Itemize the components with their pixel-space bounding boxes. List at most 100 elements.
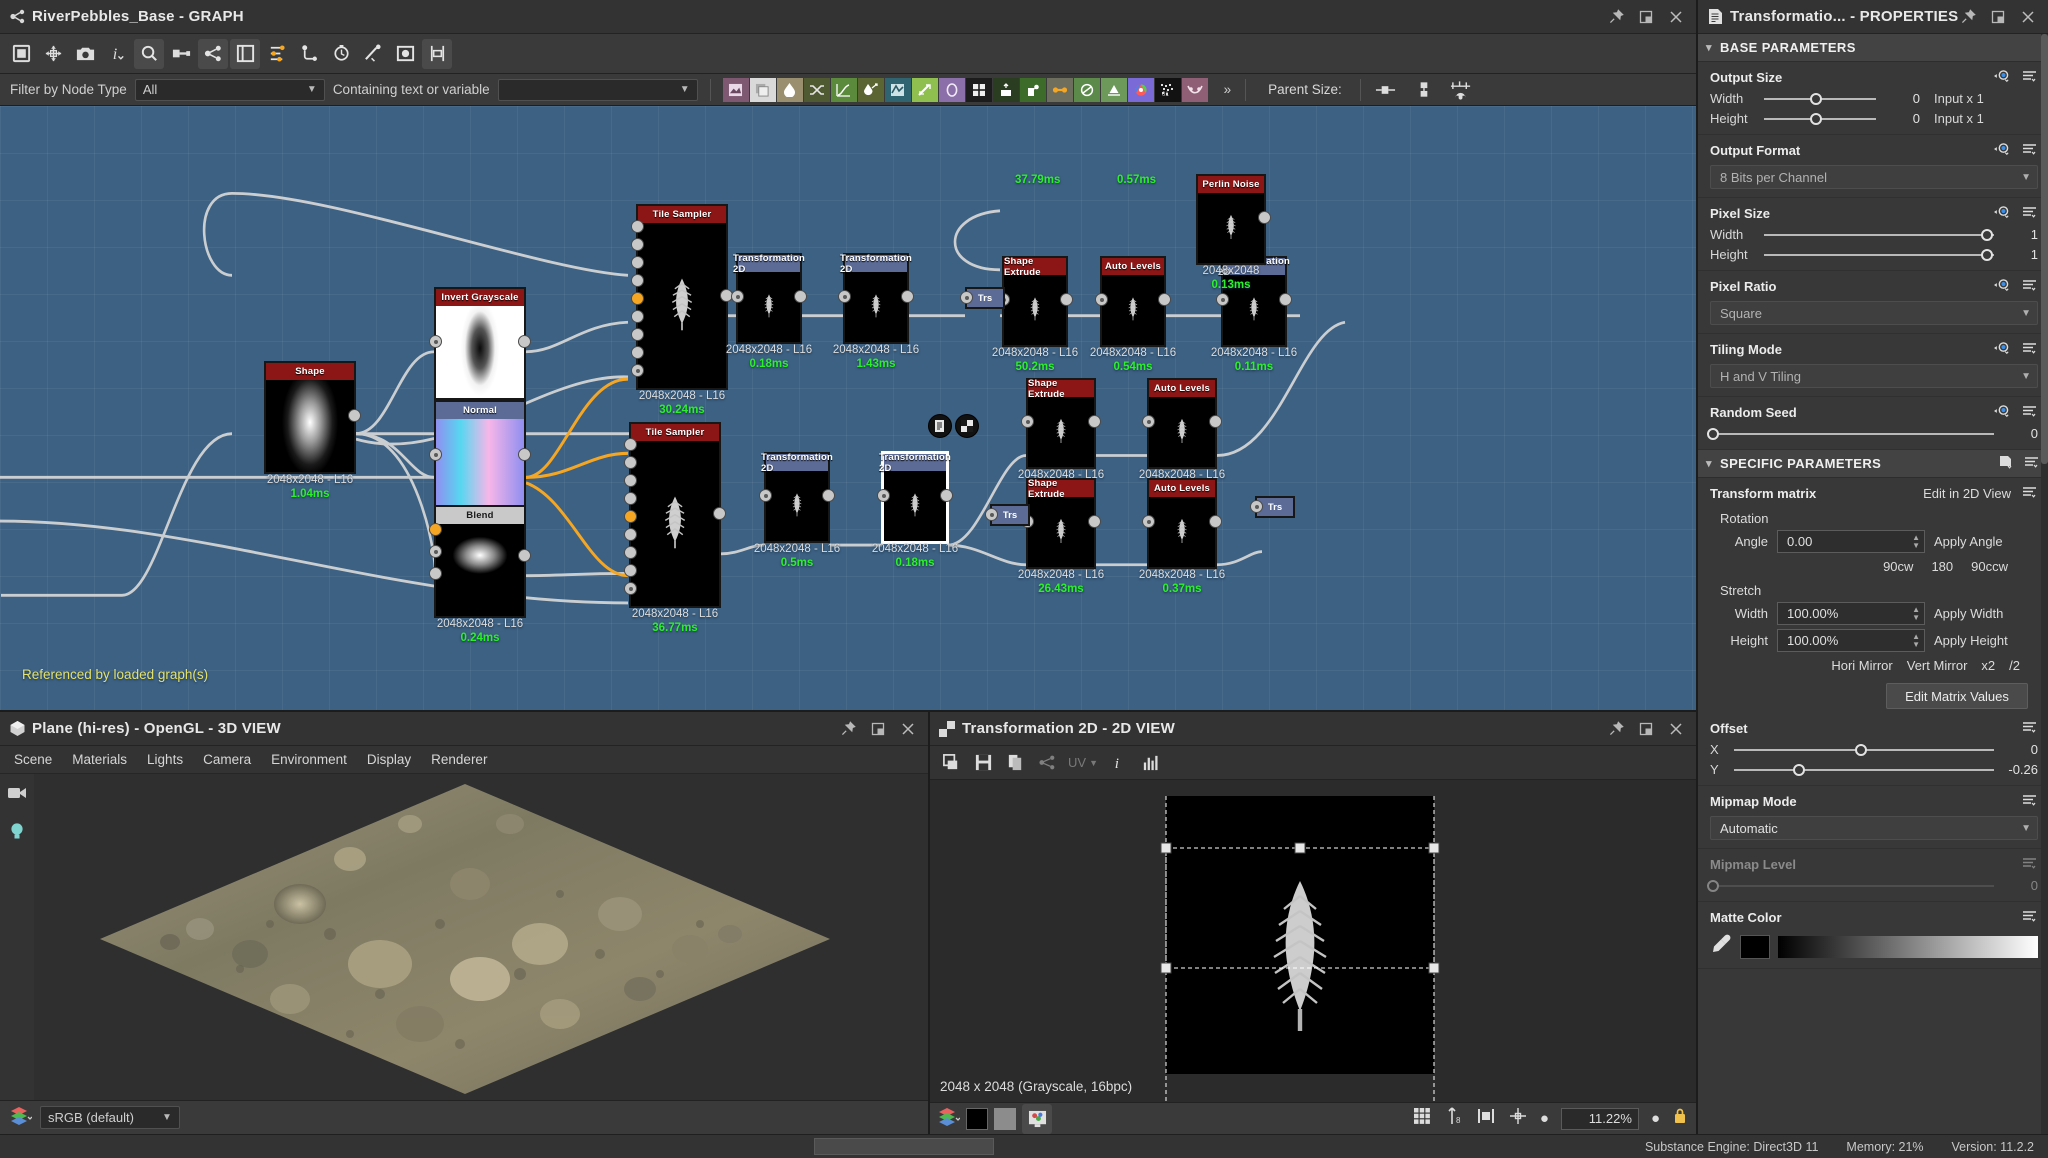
close-icon[interactable] (1668, 9, 1684, 25)
graph-node-small[interactable]: Trs (990, 504, 1030, 526)
zoom-in-dot-icon[interactable]: ● (1651, 1110, 1660, 1127)
selected-node-badges[interactable] (928, 414, 979, 438)
pixel-ratio-select[interactable]: Square ▼ (1710, 301, 2038, 325)
matte-color-swatch[interactable] (1740, 935, 1770, 959)
parameter-menu-icon[interactable] (2022, 142, 2038, 159)
palette-blend-icon[interactable] (1074, 78, 1100, 102)
palette-splatter-icon[interactable] (1020, 78, 1046, 102)
node-input-port[interactable] (429, 448, 442, 461)
pin-icon[interactable] (1960, 9, 1976, 25)
node-input-port[interactable] (731, 290, 744, 303)
node-input-port[interactable] (624, 564, 637, 577)
histogram-icon[interactable] (1136, 748, 1166, 778)
expose-parameter-icon[interactable] (1994, 205, 2011, 222)
parameter-menu-icon[interactable] (2022, 404, 2038, 421)
preset-icon[interactable] (1998, 455, 2014, 473)
node-input-port[interactable] (631, 256, 644, 269)
graph-node[interactable]: Transformation 2D2048x2048 - L160.18ms (736, 253, 802, 344)
palette-blur-icon[interactable] (777, 78, 803, 102)
graph-node-small[interactable]: Trs (965, 287, 1005, 309)
node-input-port[interactable] (624, 510, 637, 523)
grid-snap-icon[interactable] (422, 39, 452, 69)
node-output-port[interactable] (1258, 211, 1271, 224)
output-size-height-slider[interactable] (1764, 112, 1876, 126)
camera-icon[interactable] (7, 784, 27, 807)
parameter-menu-icon[interactable] (2022, 485, 2038, 502)
scale-div2-button[interactable]: /2 (2009, 658, 2020, 673)
palette-levels-icon[interactable] (831, 78, 857, 102)
select-icon[interactable] (6, 39, 36, 69)
node-output-port[interactable] (794, 290, 807, 303)
parameter-menu-icon[interactable] (2022, 909, 2038, 926)
node-input-port[interactable] (429, 545, 442, 558)
apply-angle-button[interactable]: Apply Angle (1934, 534, 2003, 549)
node-output-port[interactable] (1209, 515, 1222, 528)
node-input-port[interactable] (631, 238, 644, 251)
bulb-icon[interactable] (8, 821, 26, 846)
node-input-port[interactable] (1216, 293, 1229, 306)
maximize-icon[interactable] (870, 721, 886, 737)
magnet-snap-icon[interactable] (1447, 75, 1477, 105)
expose-parameter-icon[interactable] (1994, 278, 2011, 295)
node-input-port[interactable] (631, 310, 644, 323)
offset-y-slider[interactable] (1734, 763, 1994, 777)
node-output-port[interactable] (1279, 293, 1292, 306)
parameter-menu-icon[interactable] (2022, 205, 2038, 222)
link-icon[interactable] (166, 39, 196, 69)
properties-scroll[interactable]: ▾ BASE PARAMETERS Output Size Width (1698, 34, 2048, 1134)
view3d-menu-materials[interactable]: Materials (72, 752, 127, 767)
filter-node-type-select[interactable]: All ▼ (135, 79, 325, 101)
move-icon[interactable] (38, 39, 68, 69)
copy-icon[interactable] (936, 748, 966, 778)
palette-warp-icon[interactable] (885, 78, 911, 102)
preview-icon[interactable] (390, 39, 420, 69)
tiling-mode-select[interactable]: H and V Tiling ▼ (1710, 364, 2038, 388)
node-output-port[interactable] (518, 448, 531, 461)
node-input-port[interactable] (1142, 515, 1155, 528)
view3d-menu-environment[interactable]: Environment (271, 752, 347, 767)
random-seed-slider[interactable] (1710, 427, 1994, 441)
save-icon[interactable] (968, 748, 998, 778)
graph-node[interactable]: Tile Sampler2048x2048 - L1630.24ms (636, 204, 728, 390)
graph-node[interactable]: Transformation 2D2048x2048 - L160.5ms (764, 452, 830, 543)
node-input-port[interactable] (838, 290, 851, 303)
node-input-port[interactable] (960, 291, 973, 304)
node-input-port[interactable] (624, 546, 637, 559)
edit-in-2d-view-link[interactable]: Edit in 2D View (1923, 486, 2011, 501)
node-info-badge-icon[interactable] (928, 414, 952, 438)
filter-text-input[interactable]: ▼ (498, 79, 698, 101)
layers-icon[interactable] (10, 1105, 32, 1130)
base-parameters-header[interactable]: ▾ BASE PARAMETERS (1698, 34, 2048, 62)
graph-node[interactable]: Transformation 2D2048x2048 - L161.43ms (843, 253, 909, 344)
node-input-port[interactable] (631, 292, 644, 305)
node-input-port[interactable] (624, 528, 637, 541)
spinner-arrows-icon[interactable]: ▲▼ (1912, 606, 1920, 622)
mipmap-mode-select[interactable]: Automatic ▼ (1710, 816, 2038, 840)
graph-node[interactable]: Blend2048x2048 - L160.24ms (434, 505, 526, 618)
align-icon[interactable] (262, 39, 292, 69)
view2d-image[interactable] (1166, 796, 1434, 1074)
rotate-90cw-button[interactable]: 90cw (1883, 559, 1913, 574)
close-icon[interactable] (900, 721, 916, 737)
node-graph-canvas[interactable]: Shape2048x2048 - L161.04msInvert Graysca… (0, 106, 1696, 712)
parameter-menu-icon[interactable] (2022, 793, 2038, 810)
node-input-port[interactable] (624, 474, 637, 487)
view2d-viewport[interactable]: 2048 x 2048 (Grayscale, 16bpc) (930, 780, 1696, 1102)
apply-width-button[interactable]: Apply Width (1934, 606, 2003, 621)
node-output-port[interactable] (713, 507, 726, 520)
view3d-menu-scene[interactable]: Scene (14, 752, 52, 767)
graph-node[interactable]: Shape Extrude2048x2048 - L1650.2ms (1002, 256, 1068, 347)
view3d-menu-renderer[interactable]: Renderer (431, 752, 487, 767)
node-output-port[interactable] (1088, 515, 1101, 528)
view3d-menu-lights[interactable]: Lights (147, 752, 183, 767)
angle-input[interactable]: 0.00 ▲▼ (1777, 530, 1925, 553)
black-swatch[interactable] (966, 1108, 988, 1130)
close-icon[interactable] (2020, 9, 2036, 25)
duplicate-icon[interactable] (1000, 748, 1030, 778)
pin-node-icon[interactable] (294, 39, 324, 69)
node-output-port[interactable] (822, 489, 835, 502)
node-output-port[interactable] (1088, 415, 1101, 428)
node-input-port[interactable] (624, 456, 637, 469)
node-output-port[interactable] (940, 489, 953, 502)
output-format-select[interactable]: 8 Bits per Channel ▼ (1710, 165, 2038, 189)
